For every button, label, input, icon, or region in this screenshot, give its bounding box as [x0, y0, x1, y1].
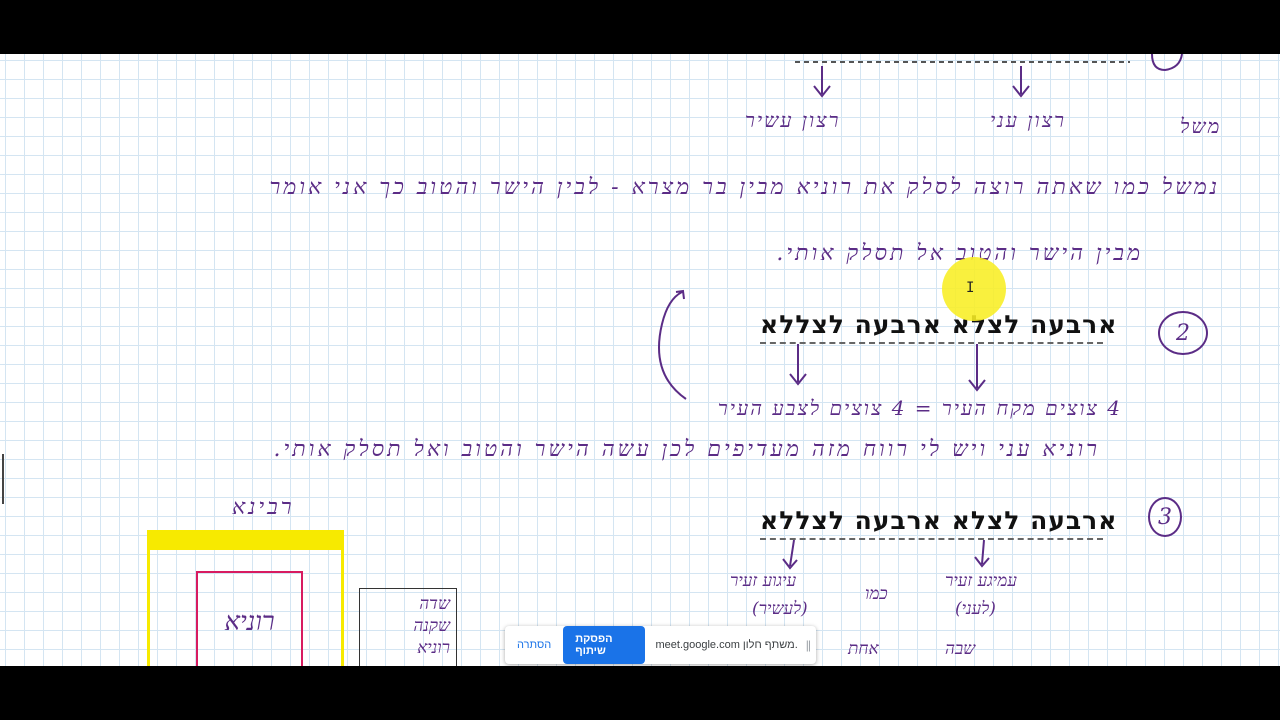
- note-line3: מבין הישר והטוב אל תסלק אותי.: [776, 241, 1143, 266]
- gray-box-line-3: רוניא: [417, 638, 450, 658]
- dashed-underline-step3: [760, 538, 1103, 540]
- step-number-2: 2: [1158, 311, 1208, 355]
- pink-box-label: רוניא: [224, 607, 275, 637]
- arrow-step3-left: [782, 539, 798, 570]
- yellow-field-band: [147, 530, 344, 550]
- sharing-status-text: meet.google.com משתף חלון.: [655, 639, 798, 651]
- printed-phrase-step3: ארבעה לצלא ארבעה לצללא: [760, 506, 1118, 535]
- note-nimshal-line: נמשל כמו שאתה רוצה לסלק את רוניא מבין בר…: [269, 175, 1220, 200]
- note-mashal: משל: [1180, 114, 1222, 138]
- stop-sharing-button[interactable]: הפסקת שיתוף: [563, 626, 646, 664]
- curved-bracket-arrow: [658, 289, 687, 400]
- arrow-step3-right: [974, 539, 990, 568]
- arrow-step2-right: [968, 344, 986, 392]
- hide-share-bar-link[interactable]: הסתרה: [511, 639, 557, 651]
- note-line4: 4 צוצים מקח העיר = 4 צוצים לצבע העיר: [717, 396, 1122, 420]
- gray-box-line-2: שקנה: [413, 616, 450, 636]
- pink-field-box: רוניא: [196, 571, 303, 666]
- note-step3-middle: כמו: [865, 584, 888, 604]
- arrow-step2-left: [789, 344, 807, 386]
- arrow-top-right: [1012, 66, 1030, 98]
- video-letterbox-top: [0, 0, 1280, 54]
- step-number-3: 3: [1148, 497, 1182, 537]
- gray-field-box: שדה שקנה רוניא: [359, 588, 457, 666]
- note-step3-right-2: (לעני): [955, 599, 996, 619]
- note-bottom-left: אחת: [848, 639, 879, 659]
- label-ravina: רבינא: [232, 495, 295, 520]
- dashed-underline-step2: [760, 342, 1103, 344]
- note-line5: רוניא עני ויש לי רווח מזה מעדיפים לכן עש…: [273, 437, 1100, 462]
- note-step3-right-1: עמיגע זעיר: [945, 571, 1017, 591]
- whiteboard-canvas[interactable]: משל רצון עני רצון עשיר נמשל כמו שאתה רוצ…: [0, 54, 1280, 666]
- arrow-top-left: [813, 66, 831, 98]
- gray-box-line-1: שדה: [419, 594, 450, 614]
- text-cursor-icon: I: [966, 280, 975, 296]
- note-ratzon-ani: רצון עני: [990, 108, 1066, 132]
- screen-share-bar: הסתרה הפסקת שיתוף meet.google.com משתף ח…: [505, 626, 816, 664]
- circle-1-fragment: [1151, 54, 1183, 72]
- note-bottom-right: שבה: [945, 639, 976, 659]
- printed-phrase-step2: ארבעה לצלא ארבעה לצללא: [760, 310, 1118, 339]
- note-ratzon-ashir: רצון עשיר: [745, 108, 841, 132]
- video-letterbox-bottom: [0, 666, 1280, 720]
- drag-handle-icon[interactable]: ||: [806, 638, 811, 652]
- note-step3-left-1: עיגוע זעיר: [730, 571, 797, 591]
- note-step3-left-2: (לעשיר): [752, 599, 808, 619]
